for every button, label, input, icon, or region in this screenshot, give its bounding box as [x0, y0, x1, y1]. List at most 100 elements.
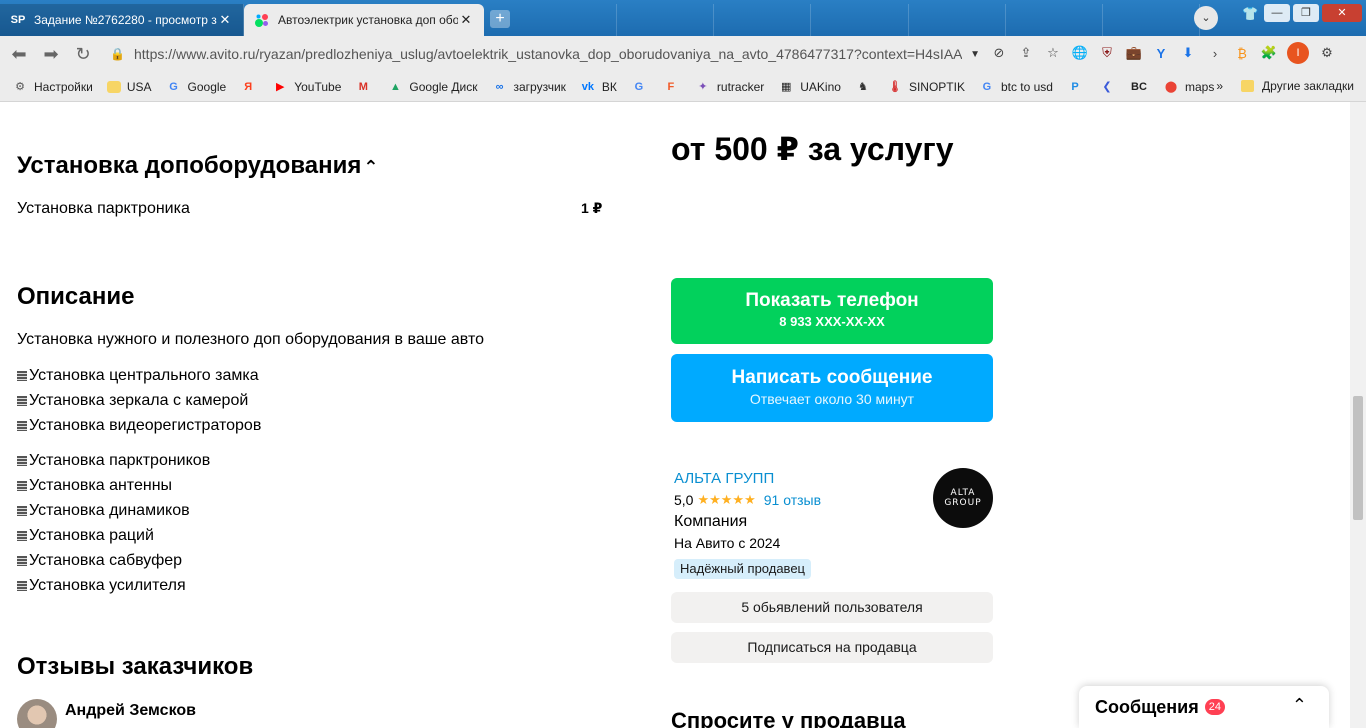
seller-name-link[interactable]: АЛЬТА ГРУПП	[674, 470, 774, 487]
phone-number-mask: 8 933 XXX-XX-XX	[779, 314, 885, 329]
bookmarks-right: » Другие закладки	[1216, 79, 1354, 93]
share-icon[interactable]: ⇪	[1017, 44, 1035, 62]
bookmark-item[interactable]: vk ВК	[580, 79, 617, 95]
dropdown-caret-icon[interactable]: ▼	[970, 49, 980, 60]
arrow-icon: ❮	[1102, 81, 1112, 93]
page-scrollbar[interactable]	[1350, 102, 1366, 728]
list-item-text: Установка динамиков	[29, 502, 190, 519]
folder-icon	[106, 80, 121, 93]
gmail-icon: M	[358, 80, 368, 93]
seller-rating: 5,0 ★★★★★ 91 отзыв	[674, 492, 821, 508]
url-text[interactable]: https://www.avito.ru/ryazan/predlozheniy…	[134, 46, 962, 62]
bookmark-item[interactable]: Я	[240, 79, 262, 95]
y-ext-icon[interactable]: Y	[1152, 44, 1170, 62]
tab-task[interactable]: SP Задание №2762280 - просмотр з ✕	[0, 4, 244, 36]
bookmark-item[interactable]: ❮	[1099, 79, 1121, 95]
logo-line-1: ALTA	[950, 488, 976, 498]
bookmark-item[interactable]: ♞	[855, 79, 877, 95]
tab-close-icon[interactable]: ✕	[217, 12, 233, 28]
bookmark-item[interactable]: ▲ Google Диск	[387, 79, 478, 95]
chevron-up-icon[interactable]: ⌃	[1292, 695, 1307, 716]
bookmark-item[interactable]: 🌡 SINOPTIK	[887, 79, 965, 95]
bookmark-label: Google	[187, 79, 227, 94]
show-phone-button[interactable]: Показать телефон 8 933 XXX-XX-XX	[671, 278, 993, 344]
bookmark-label: Настройки	[34, 79, 93, 94]
bitcoin-ext-icon[interactable]: ₿	[1233, 44, 1251, 62]
bookmark-label: загрузчик	[513, 79, 566, 94]
maximize-icon[interactable]: ❐	[1293, 4, 1319, 22]
bookmark-item[interactable]: ▶ YouTube	[272, 79, 341, 95]
bookmark-item[interactable]: Gbtc to usd	[979, 79, 1053, 95]
briefcase-ext-icon[interactable]: 💼	[1125, 44, 1143, 62]
new-tab-button[interactable]: +	[490, 10, 510, 28]
messages-widget[interactable]: Сообщения 24 ⌃	[1079, 686, 1329, 728]
bookmark-item[interactable]: ⬤ maps	[1163, 79, 1215, 95]
bookmark-label: btc to usd	[1000, 79, 1053, 94]
bookmark-item[interactable]: ▦ UAKino	[778, 79, 841, 95]
list-bullet-icon	[17, 370, 27, 381]
show-phone-label: Показать телефон	[745, 290, 919, 311]
cookie-icon[interactable]: ⊘	[990, 44, 1008, 62]
shield-ext-icon[interactable]: ⛨	[1098, 44, 1116, 62]
service-price: от 500 ₽ за услугу	[671, 131, 954, 167]
reload-icon[interactable]: ↻	[70, 41, 96, 67]
bookmark-item[interactable]: P	[1067, 79, 1089, 95]
messages-title: Сообщения	[1095, 696, 1199, 717]
bookmark-item[interactable]: ✦ rutracker	[695, 79, 764, 95]
reviews-count-link[interactable]: 91 отзыв	[764, 492, 821, 508]
bookmark-item[interactable]: G	[631, 79, 653, 95]
back-icon[interactable]: ⬅	[6, 41, 32, 67]
bookmark-item[interactable]: F	[663, 79, 685, 95]
menu-ext-icon[interactable]: ⚙	[1318, 44, 1336, 62]
list-bullet-icon	[17, 505, 27, 516]
vk-icon: vk	[581, 80, 595, 93]
p-icon: P	[1071, 80, 1079, 93]
other-bookmarks[interactable]: Другие закладки	[1262, 79, 1354, 93]
uakino-icon: ▦	[781, 81, 792, 93]
tab-search-icon[interactable]: ⌄	[1194, 6, 1218, 30]
extension-icons: ⊘ ⇪ ☆ 🌐 ⛨ 💼 Y ⬇ › ₿ 🧩 I ⚙	[990, 42, 1336, 64]
forward-icon[interactable]: ➡	[38, 41, 64, 67]
list-bullet-icon	[17, 455, 27, 466]
list-item-text: Установка антенны	[29, 477, 173, 494]
seller-logo[interactable]: ALTA GROUP	[933, 468, 993, 528]
window-close-icon[interactable]: ✕	[1322, 4, 1362, 22]
thermometer-icon: 🌡	[887, 81, 902, 93]
tab-close-icon[interactable]: ✕	[458, 12, 474, 28]
bookmark-item[interactable]: ⚙ Настройки	[12, 79, 93, 95]
tab-avito[interactable]: Автоэлектрик установка доп обо ✕	[244, 4, 484, 36]
trusted-seller-badge[interactable]: Надёжный продавец	[674, 559, 811, 579]
globe-ext-icon[interactable]: 🌐	[1071, 44, 1089, 62]
seller-listings-button[interactable]: 5 обьявлений пользователя	[671, 592, 993, 623]
bookmark-item[interactable]: G Google	[166, 79, 227, 95]
bookmark-item[interactable]: BC	[1131, 79, 1153, 95]
background-tabs	[520, 4, 1200, 36]
subscribe-seller-button[interactable]: Подписаться на продавца	[671, 632, 993, 663]
star-icon[interactable]: ☆	[1044, 44, 1062, 62]
reviewer-avatar[interactable]	[17, 699, 57, 728]
terminal-ext-icon[interactable]: ›	[1206, 44, 1224, 62]
bookmark-item[interactable]: ∞ загрузчик	[492, 79, 566, 95]
lock-icon[interactable]: 🔒	[110, 47, 125, 61]
minimize-icon[interactable]: —	[1264, 4, 1290, 22]
equipment-section-title[interactable]: Установка допоборудования ⌃	[17, 152, 378, 180]
scrollbar-thumb[interactable]	[1353, 396, 1363, 520]
bookmark-item[interactable]: M	[355, 79, 377, 95]
bookmark-label: USA	[126, 79, 152, 94]
google-drive-icon: ▲	[389, 80, 401, 93]
list-item-text: Установка центрального замка	[29, 367, 259, 384]
list-item: Установка усилителя	[17, 573, 210, 598]
address-bar[interactable]: 🔒 https://www.avito.ru/ryazan/predlozhen…	[100, 40, 980, 68]
write-message-button[interactable]: Написать сообщение Отвечает около 30 мин…	[671, 354, 993, 422]
chevron-up-icon[interactable]: ⌃	[363, 157, 378, 177]
download-ext-icon[interactable]: ⬇	[1179, 44, 1197, 62]
rutracker-icon: ✦	[698, 81, 708, 93]
puzzle-icon[interactable]: 🧩	[1260, 44, 1278, 62]
bookmarks-more-icon[interactable]: »	[1216, 79, 1223, 93]
list-item-text: Установка раций	[29, 527, 154, 544]
list-item: Установка антенны	[17, 473, 210, 498]
shirt-icon[interactable]: 👕	[1242, 6, 1258, 22]
profile-avatar-icon[interactable]: I	[1287, 42, 1309, 64]
reviewer-name[interactable]: Андрей Земсков	[65, 702, 196, 720]
bookmark-item[interactable]: USA	[106, 79, 152, 94]
